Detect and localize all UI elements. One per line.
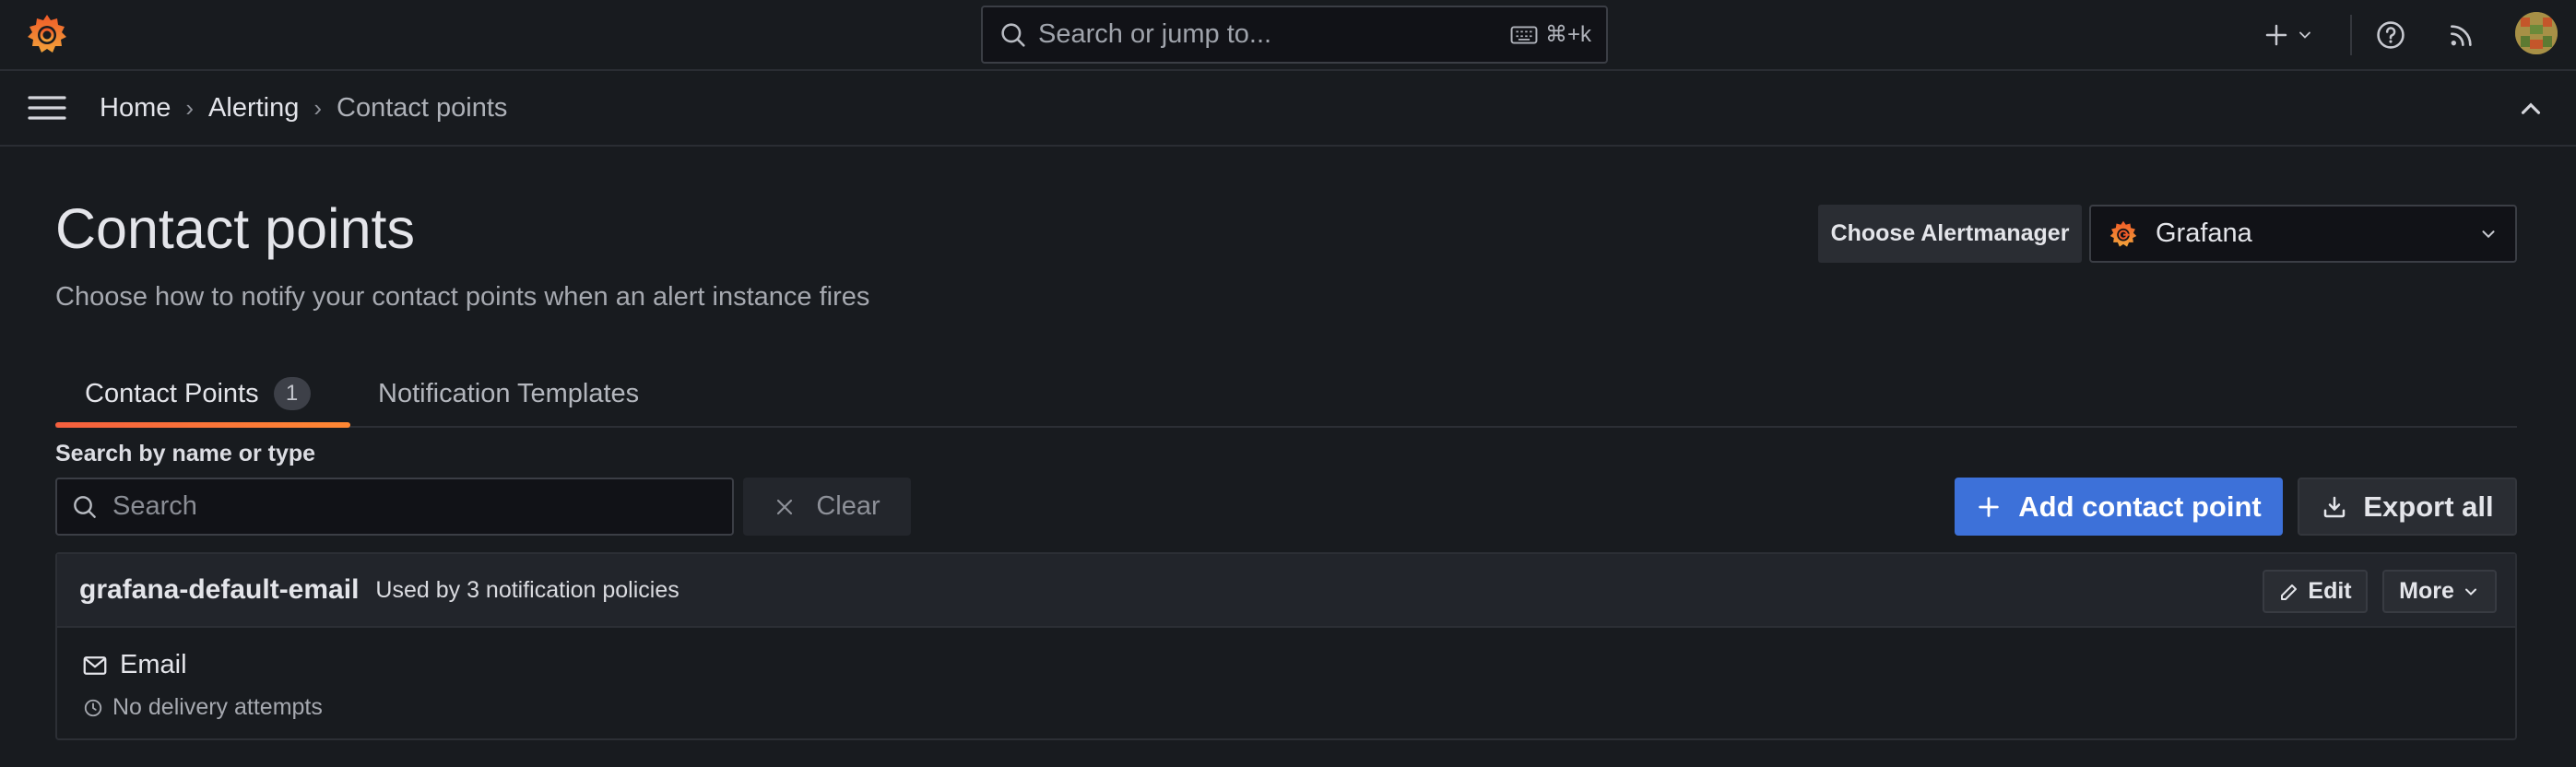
keyboard-icon bbox=[1510, 25, 1538, 45]
search-icon bbox=[70, 492, 100, 522]
tab-count-badge: 1 bbox=[273, 377, 311, 410]
alertmanager-select[interactable]: Grafana bbox=[2089, 205, 2517, 263]
download-icon bbox=[2321, 493, 2348, 521]
search-label: Search by name or type bbox=[55, 441, 316, 466]
clear-button[interactable]: Clear bbox=[743, 478, 911, 536]
chevron-down-icon bbox=[2296, 26, 2314, 44]
more-button-label: More bbox=[2399, 578, 2454, 604]
topbar-divider bbox=[2350, 15, 2352, 55]
export-all-button[interactable]: Export all bbox=[2298, 478, 2517, 536]
contact-point-name: grafana-default-email bbox=[79, 574, 360, 605]
search-field bbox=[55, 478, 734, 536]
user-avatar[interactable] bbox=[2515, 12, 2558, 54]
search-icon bbox=[998, 19, 1029, 51]
edit-button-label: Edit bbox=[2308, 578, 2352, 604]
edit-button[interactable]: Edit bbox=[2263, 570, 2368, 613]
news-button[interactable] bbox=[2447, 0, 2486, 69]
menu-toggle-button[interactable] bbox=[26, 91, 68, 124]
tab-label: Notification Templates bbox=[378, 378, 640, 408]
plus-icon bbox=[1976, 494, 2002, 520]
delivery-status-text: No delivery attempts bbox=[112, 694, 323, 720]
grafana-logo-icon bbox=[2108, 218, 2139, 250]
contact-point-card: grafana-default-email Used by 3 notifica… bbox=[55, 552, 2517, 740]
tab-bar: Contact Points 1 Notification Templates bbox=[55, 361, 2517, 428]
add-contact-point-label: Add contact point bbox=[2018, 490, 2262, 523]
delivery-status: No delivery attempts bbox=[83, 694, 323, 721]
top-navigation-bar: Search or jump to... ⌘+k bbox=[0, 0, 2576, 71]
breadcrumb: Home › Alerting › Contact points bbox=[100, 71, 507, 145]
global-search-placeholder: Search or jump to... bbox=[1038, 19, 1272, 49]
page-title: Contact points bbox=[55, 197, 415, 260]
contact-point-header: grafana-default-email Used by 3 notifica… bbox=[57, 554, 2515, 628]
rss-icon bbox=[2447, 20, 2476, 50]
help-circle-icon bbox=[2375, 19, 2406, 51]
pen-icon bbox=[2278, 581, 2300, 603]
plus-icon bbox=[2263, 21, 2290, 49]
tab-label: Contact Points bbox=[85, 378, 259, 408]
shortcut-text: ⌘+k bbox=[1544, 22, 1591, 47]
alertmanager-label: Choose Alertmanager bbox=[1818, 205, 2082, 263]
keyboard-shortcut-hint: ⌘+k bbox=[1510, 21, 1591, 48]
clear-button-label: Clear bbox=[816, 491, 880, 521]
search-input[interactable] bbox=[111, 490, 719, 523]
export-all-label: Export all bbox=[2363, 490, 2494, 523]
collapse-header-button[interactable] bbox=[2515, 93, 2546, 124]
grafana-logo-icon[interactable] bbox=[24, 11, 70, 57]
new-dropdown-button[interactable] bbox=[2263, 0, 2327, 69]
envelope-icon bbox=[81, 652, 109, 679]
contact-point-usage[interactable]: Used by 3 notification policies bbox=[375, 577, 679, 604]
breadcrumb-separator-icon: › bbox=[313, 93, 323, 122]
add-contact-point-button[interactable]: Add contact point bbox=[1955, 478, 2283, 536]
chevron-down-icon bbox=[2478, 224, 2499, 244]
breadcrumb-contact-points: Contact points bbox=[337, 92, 508, 123]
help-button[interactable] bbox=[2375, 0, 2414, 69]
breadcrumb-bar: Home › Alerting › Contact points bbox=[0, 71, 2576, 147]
tab-notification-templates[interactable]: Notification Templates bbox=[378, 361, 639, 426]
breadcrumb-home[interactable]: Home bbox=[100, 93, 171, 124]
close-icon bbox=[774, 496, 796, 518]
tab-contact-points[interactable]: Contact Points 1 bbox=[55, 361, 350, 428]
integration-item: Email bbox=[81, 650, 187, 680]
chevron-up-icon bbox=[2515, 93, 2546, 124]
global-search-bar[interactable]: Search or jump to... ⌘+k bbox=[981, 6, 1608, 64]
breadcrumb-separator-icon: › bbox=[185, 93, 195, 122]
integration-name: Email bbox=[120, 650, 187, 679]
clock-icon bbox=[83, 698, 103, 718]
hamburger-menu-icon bbox=[26, 91, 68, 124]
page-subtitle: Choose how to notify your contact points… bbox=[55, 282, 870, 312]
more-dropdown-button[interactable]: More bbox=[2382, 570, 2497, 613]
alertmanager-selected-value: Grafana bbox=[2156, 218, 2252, 248]
breadcrumb-alerting[interactable]: Alerting bbox=[208, 93, 299, 124]
chevron-down-icon bbox=[2462, 583, 2480, 601]
